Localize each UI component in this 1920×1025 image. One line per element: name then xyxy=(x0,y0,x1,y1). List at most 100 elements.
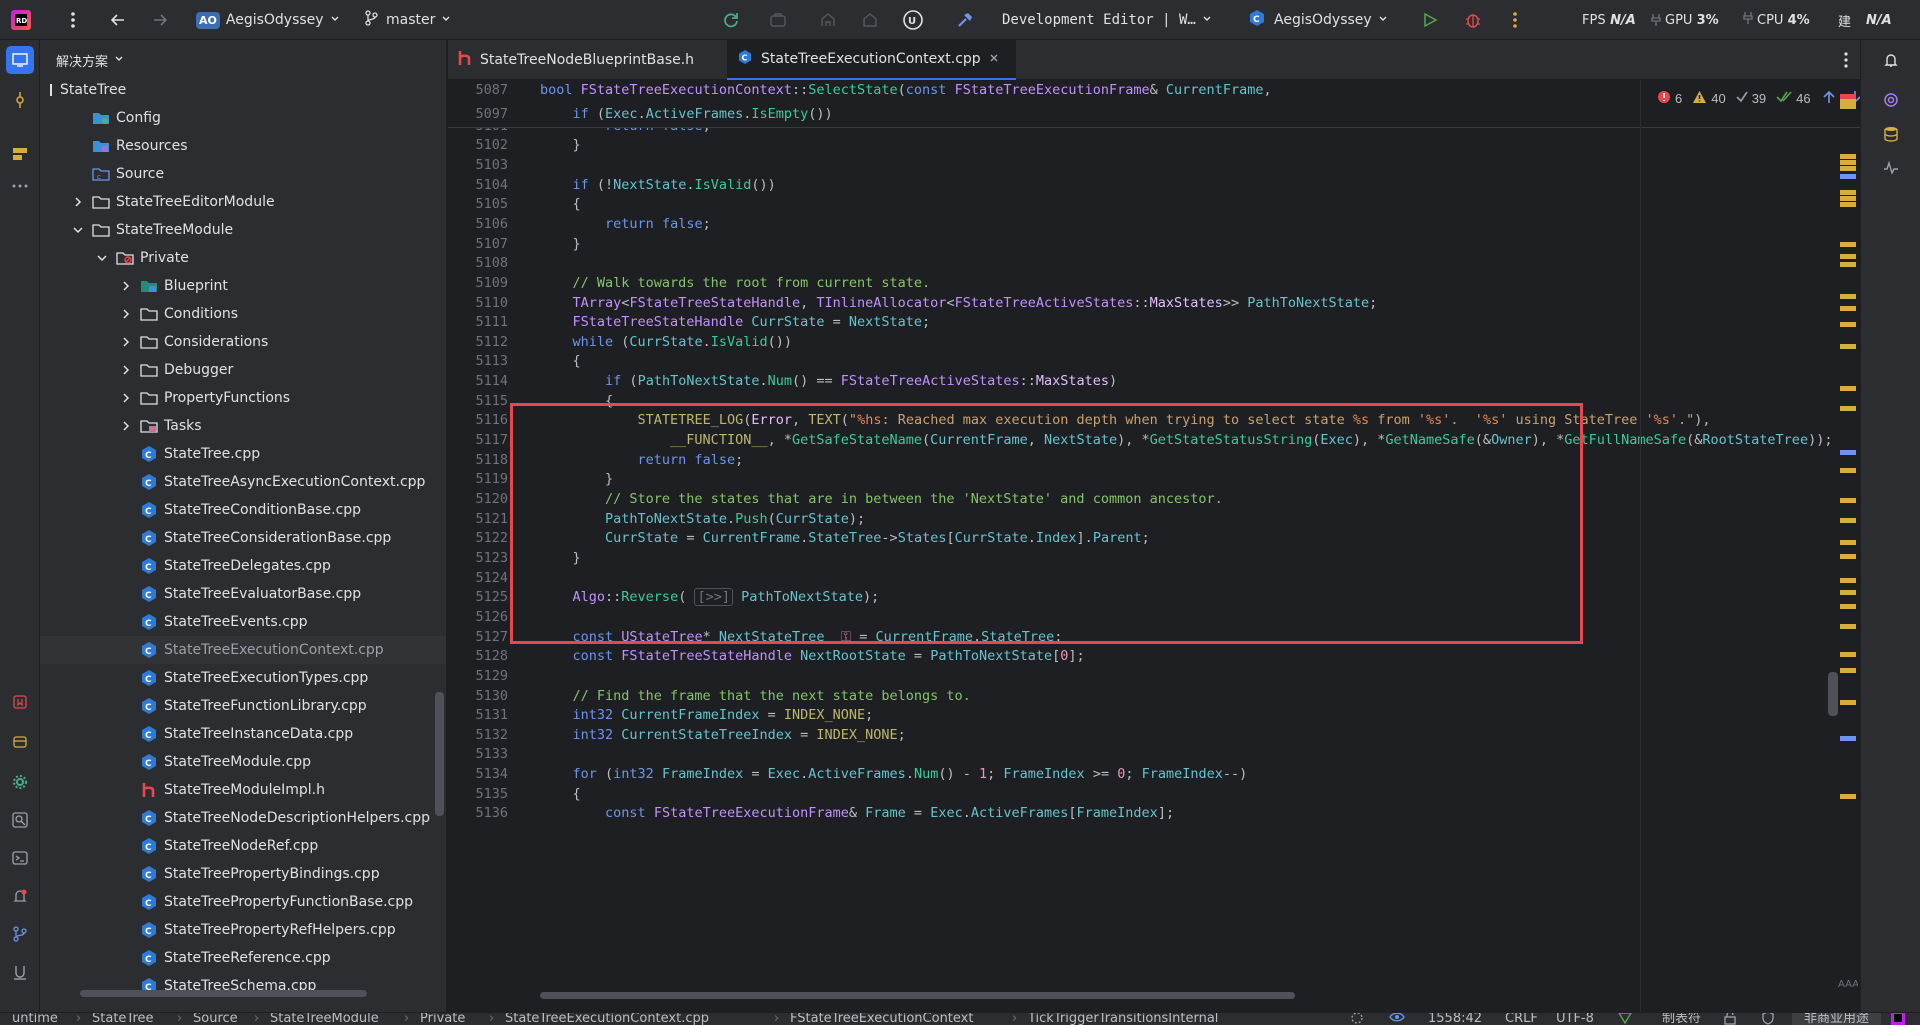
tree-item[interactable]: Tasks xyxy=(40,412,446,440)
tree-item[interactable]: StateTreeModule xyxy=(40,216,446,244)
stripe-marker[interactable] xyxy=(1840,736,1856,741)
hammer-icon[interactable] xyxy=(956,0,974,40)
tree-item[interactable]: C StateTreeConsiderationBase.cpp xyxy=(40,524,446,552)
breadcrumb-item[interactable]: StateTreeModule xyxy=(270,1013,379,1025)
project-switcher[interactable]: AO AegisOdyssey xyxy=(196,0,340,40)
terminal-icon[interactable] xyxy=(6,844,34,872)
tree-item[interactable]: C StateTreeNodeRef.cpp xyxy=(40,832,446,860)
tree-item[interactable]: C StateTreeAsyncExecutionContext.cpp xyxy=(40,468,446,496)
editor-horizontal-scrollbar[interactable] xyxy=(540,992,1295,999)
unreal-icon[interactable]: U xyxy=(902,0,924,40)
stripe-marker[interactable] xyxy=(1840,104,1856,109)
stripe-marker[interactable] xyxy=(1840,700,1856,705)
tree-item[interactable]: C StateTreeReference.cpp xyxy=(40,944,446,972)
stripe-marker[interactable] xyxy=(1840,578,1856,583)
sticky-code-line[interactable]: bool FStateTreeExecutionContext::SelectS… xyxy=(540,80,1272,102)
tree-item[interactable]: C StateTreeExecutionTypes.cpp xyxy=(40,664,446,692)
stripe-marker[interactable] xyxy=(1840,166,1856,171)
tree-vertical-scrollbar[interactable] xyxy=(435,692,444,816)
commit-icon[interactable] xyxy=(6,86,34,114)
code-line[interactable]: if (PathToNextState.Num() == FStateTreeA… xyxy=(540,369,1117,393)
code-line[interactable]: } xyxy=(540,232,581,256)
stripe-marker[interactable] xyxy=(1840,254,1856,259)
stripe-marker[interactable] xyxy=(1840,386,1856,391)
shield-icon[interactable] xyxy=(1762,1013,1774,1025)
stripe-marker[interactable] xyxy=(1840,344,1856,349)
stripe-marker[interactable] xyxy=(1840,450,1856,455)
stripe-marker[interactable] xyxy=(1840,468,1856,473)
chevron-right-icon[interactable] xyxy=(118,362,134,378)
reader-mode-icon[interactable]: AAA xyxy=(1838,976,1859,994)
profiler-icon[interactable] xyxy=(1877,154,1905,182)
tree-item[interactable]: StateTreeEditorModule xyxy=(40,188,446,216)
stripe-marker[interactable] xyxy=(1840,294,1856,299)
tree-item[interactable]: StateTreeModuleImpl.h xyxy=(40,776,446,804)
tree-item[interactable]: C StateTreeEvents.cpp xyxy=(40,608,446,636)
tree-item[interactable]: StateTree xyxy=(40,76,446,104)
app-logo-icon[interactable]: RD xyxy=(10,0,32,40)
tab-options-icon[interactable] xyxy=(1843,51,1849,73)
stripe-marker[interactable] xyxy=(1840,498,1856,503)
code-line[interactable]: int32 CurrentStateTreeIndex = INDEX_NONE… xyxy=(540,723,906,747)
tree-item[interactable]: Debugger xyxy=(40,356,446,384)
breadcrumb-item[interactable]: FStateTreeExecutionContext xyxy=(790,1013,973,1025)
code-line[interactable]: const FStateTreeExecutionFrame& Frame = … xyxy=(540,801,1174,825)
line-ending[interactable]: CRLF xyxy=(1505,1013,1538,1025)
eye-icon[interactable] xyxy=(1389,1013,1405,1025)
vcs-branch-widget[interactable]: master xyxy=(364,0,451,40)
tree-item[interactable]: Private xyxy=(40,244,446,272)
tree-item[interactable]: C StateTree.cpp xyxy=(40,440,446,468)
stripe-marker[interactable] xyxy=(1840,262,1856,267)
tree-item[interactable]: C StateTreePropertyFunctionBase.cpp xyxy=(40,888,446,916)
stripe-marker[interactable] xyxy=(1840,196,1856,201)
chevron-down-icon[interactable] xyxy=(94,250,110,266)
stripe-marker[interactable] xyxy=(1840,554,1856,559)
stripe-marker[interactable] xyxy=(1840,668,1856,673)
breadcrumb-item[interactable]: TickTriggerTransitionsInternal xyxy=(1028,1013,1218,1025)
prev-highlight-icon[interactable] xyxy=(1823,90,1835,107)
breadcrumb-item[interactable]: Source xyxy=(193,1013,238,1025)
git-icon[interactable] xyxy=(6,920,34,948)
notifications-bell-icon[interactable] xyxy=(1877,46,1905,74)
stripe-marker[interactable] xyxy=(1840,540,1856,545)
chevron-right-icon[interactable] xyxy=(118,418,134,434)
tree-item[interactable]: PropertyFunctions xyxy=(40,384,446,412)
tree-item[interactable]: Blueprint xyxy=(40,272,446,300)
stripe-marker[interactable] xyxy=(1840,154,1856,159)
breadcrumb-item[interactable]: untime xyxy=(12,1013,58,1025)
stripe-marker[interactable] xyxy=(1840,794,1856,799)
refresh-icon[interactable] xyxy=(722,0,740,40)
tree-item[interactable]: Considerations xyxy=(40,328,446,356)
stripe-marker[interactable] xyxy=(1840,174,1856,179)
close-icon[interactable] xyxy=(989,51,999,67)
unit-tests-icon[interactable] xyxy=(6,958,34,986)
tree-item[interactable]: C StateTreeEvaluatorBase.cpp xyxy=(40,580,446,608)
forward-icon[interactable] xyxy=(152,0,168,40)
stripe-marker[interactable] xyxy=(1840,624,1856,629)
tree-item[interactable]: C StateTreePropertyBindings.cpp xyxy=(40,860,446,888)
tree-item[interactable]: C StateTreeDelegates.cpp xyxy=(40,552,446,580)
ai-assistant-icon[interactable] xyxy=(1877,86,1905,114)
target-selector[interactable]: C AegisOdyssey xyxy=(1248,0,1388,40)
stripe-marker[interactable] xyxy=(1840,160,1856,165)
chevron-right-icon[interactable] xyxy=(118,278,134,294)
chevron-right-icon[interactable] xyxy=(118,390,134,406)
error-stripe[interactable] xyxy=(1840,94,1856,1004)
structure-icon[interactable] xyxy=(6,140,34,168)
breadcrumb-item[interactable]: Private xyxy=(420,1013,465,1025)
tree-item[interactable]: C StateTreePropertyRefHelpers.cpp xyxy=(40,916,446,944)
indent-setting[interactable]: 制表符 xyxy=(1662,1013,1701,1025)
tree-horizontal-scrollbar[interactable] xyxy=(80,990,367,997)
tree-item[interactable]: C StateTreeFunctionLibrary.cpp xyxy=(40,692,446,720)
tree-item[interactable]: Resources xyxy=(40,132,446,160)
stripe-marker[interactable] xyxy=(1840,306,1856,311)
chevron-right-icon[interactable] xyxy=(70,194,86,210)
stripe-marker[interactable] xyxy=(1840,652,1856,657)
code-line[interactable]: for (int32 FrameIndex = Exec.ActiveFrame… xyxy=(540,762,1248,786)
debug-icon[interactable] xyxy=(1464,0,1482,40)
explorer-icon[interactable] xyxy=(6,46,34,74)
tree-item[interactable]: C StateTreeExecutionContext.cpp xyxy=(40,636,446,664)
code-line[interactable]: } xyxy=(540,133,581,157)
settings-icon[interactable] xyxy=(6,768,34,796)
inspection-widget[interactable]: 6 40 39 46 xyxy=(1657,86,1860,110)
